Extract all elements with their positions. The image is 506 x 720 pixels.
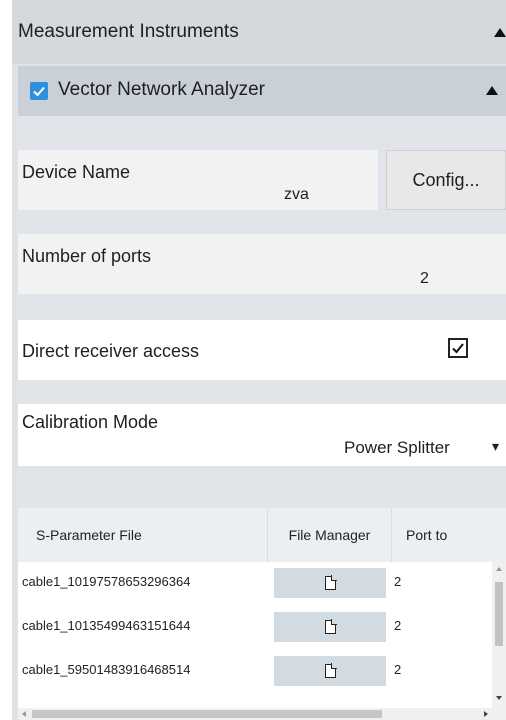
instruments-panel: Measurement Instruments Vector Network A… <box>12 0 506 720</box>
device-name-value: zva <box>284 186 309 203</box>
config-button[interactable]: Config... <box>386 150 506 210</box>
checkmark-icon <box>452 343 464 354</box>
checkmark-icon <box>33 86 45 97</box>
calibration-mode-field[interactable]: Calibration Mode Power Splitter ▾ <box>18 404 506 466</box>
horizontal-scroll-thumb[interactable] <box>32 710 382 718</box>
section-header-measurement-instruments[interactable]: Measurement Instruments <box>12 0 506 64</box>
number-of-ports-field[interactable]: Number of ports 2 <box>18 234 506 294</box>
column-header-port-to[interactable]: Port to <box>392 508 506 562</box>
direct-receiver-access-label: Direct receiver access <box>22 341 200 361</box>
s-parameter-table: S-Parameter File File Manager Port to ca… <box>18 508 506 720</box>
file-manager-button[interactable] <box>274 656 386 686</box>
s-parameter-file-cell[interactable]: cable1_10135499463151644 <box>22 618 268 633</box>
direct-receiver-access-row: Direct receiver access <box>18 320 506 380</box>
document-icon <box>324 619 337 634</box>
scroll-right-icon[interactable] <box>484 711 488 717</box>
vertical-scroll-thumb[interactable] <box>495 582 503 646</box>
device-name-field[interactable]: Device Name zva <box>18 150 378 210</box>
scroll-left-icon[interactable] <box>22 711 26 717</box>
vertical-scrollbar[interactable] <box>492 562 506 708</box>
direct-receiver-access-checkbox[interactable] <box>448 338 468 358</box>
number-of-ports-value: 2 <box>420 270 429 287</box>
dropdown-arrow-icon[interactable]: ▾ <box>492 438 499 455</box>
device-name-label: Device Name <box>22 162 131 182</box>
calibration-mode-value[interactable]: Power Splitter <box>344 438 450 458</box>
vna-group: Vector Network Analyzer Device Name zva … <box>18 66 506 720</box>
s-parameter-file-cell[interactable]: cable1_10197578653296364 <box>22 574 268 589</box>
document-icon <box>324 575 337 590</box>
column-header-file-manager[interactable]: File Manager <box>268 508 392 562</box>
scroll-up-icon[interactable] <box>496 567 502 571</box>
column-header-s-parameter-file[interactable]: S-Parameter File <box>18 508 268 562</box>
document-icon <box>324 663 337 678</box>
vna-group-header[interactable]: Vector Network Analyzer <box>18 66 506 116</box>
vna-enable-checkbox[interactable] <box>30 82 48 100</box>
scroll-down-icon[interactable] <box>496 696 502 700</box>
s-parameter-file-cell[interactable]: cable1_59501483916468514 <box>22 662 268 677</box>
section-title: Measurement Instruments <box>18 21 239 42</box>
calibration-mode-label: Calibration Mode <box>22 412 159 432</box>
number-of-ports-label: Number of ports <box>22 246 152 266</box>
file-manager-button[interactable] <box>274 612 386 642</box>
file-manager-button[interactable] <box>274 568 386 598</box>
port-to-cell[interactable]: 2 <box>394 618 401 633</box>
horizontal-scrollbar[interactable] <box>18 708 506 720</box>
port-to-cell[interactable]: 2 <box>394 662 401 677</box>
vna-label: Vector Network Analyzer <box>58 79 265 100</box>
port-to-cell[interactable]: 2 <box>394 574 401 589</box>
table-header: S-Parameter File File Manager Port to <box>18 508 506 562</box>
collapse-up-icon[interactable] <box>494 28 506 37</box>
collapse-up-icon[interactable] <box>486 86 498 95</box>
